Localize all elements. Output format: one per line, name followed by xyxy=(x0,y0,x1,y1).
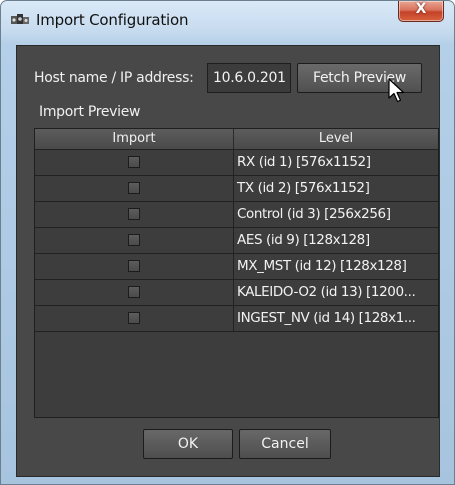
column-header-import[interactable]: Import xyxy=(35,129,234,149)
level-cell: RX (id 1) [576x1152] xyxy=(237,154,371,170)
import-preview-table: Import Level RX (id 1) [576x1152] TX (id… xyxy=(34,128,439,418)
app-icon xyxy=(11,14,29,24)
table-header: Import Level xyxy=(35,129,438,150)
import-cell xyxy=(35,202,234,227)
import-cell xyxy=(35,228,234,253)
import-checkbox[interactable] xyxy=(128,234,140,246)
table-row[interactable]: RX (id 1) [576x1152] xyxy=(35,150,438,176)
import-cell xyxy=(35,254,234,279)
import-checkbox[interactable] xyxy=(128,286,140,298)
table-body: RX (id 1) [576x1152] TX (id 2) [576x1152… xyxy=(35,150,438,332)
host-label: Host name / IP address: xyxy=(34,70,194,86)
import-cell xyxy=(35,306,234,331)
import-checkbox[interactable] xyxy=(128,156,140,168)
level-cell: INGEST_NV (id 14) [128x1... xyxy=(237,310,416,326)
table-row[interactable]: Control (id 3) [256x256] xyxy=(35,202,438,228)
import-cell xyxy=(35,176,234,201)
window-title: Import Configuration xyxy=(36,11,189,29)
import-preview-label: Import Preview xyxy=(39,104,141,120)
table-row[interactable]: INGEST_NV (id 14) [128x1... xyxy=(35,306,438,332)
level-cell: Control (id 3) [256x256] xyxy=(237,206,391,222)
import-checkbox[interactable] xyxy=(128,208,140,220)
level-cell: KALEIDO-O2 (id 13) [1200... xyxy=(237,284,416,300)
import-checkbox[interactable] xyxy=(128,312,140,324)
cancel-button[interactable]: Cancel xyxy=(239,429,331,459)
close-button[interactable]: X xyxy=(398,1,444,22)
close-icon: X xyxy=(415,1,427,17)
mouse-pointer-icon xyxy=(388,78,405,103)
dialog-body: Host name / IP address: 10.6.0.201 Fetch… xyxy=(16,45,440,477)
level-cell: AES (id 9) [128x128] xyxy=(237,232,370,248)
import-checkbox[interactable] xyxy=(128,260,140,272)
ok-button[interactable]: OK xyxy=(143,429,233,459)
import-cell xyxy=(35,150,234,175)
level-cell: TX (id 2) [576x1152] xyxy=(237,180,370,196)
level-cell: MX_MST (id 12) [128x128] xyxy=(237,258,407,274)
import-checkbox[interactable] xyxy=(128,182,140,194)
host-input[interactable]: 10.6.0.201 xyxy=(207,63,291,93)
table-row[interactable]: MX_MST (id 12) [128x128] xyxy=(35,254,438,280)
import-cell xyxy=(35,280,234,305)
table-row[interactable]: KALEIDO-O2 (id 13) [1200... xyxy=(35,280,438,306)
import-configuration-window: Import Configuration X Host name / IP ad… xyxy=(0,0,455,485)
column-header-level[interactable]: Level xyxy=(234,129,438,149)
title-bar[interactable]: Import Configuration X xyxy=(1,1,454,43)
table-row[interactable]: TX (id 2) [576x1152] xyxy=(35,176,438,202)
table-row[interactable]: AES (id 9) [128x128] xyxy=(35,228,438,254)
